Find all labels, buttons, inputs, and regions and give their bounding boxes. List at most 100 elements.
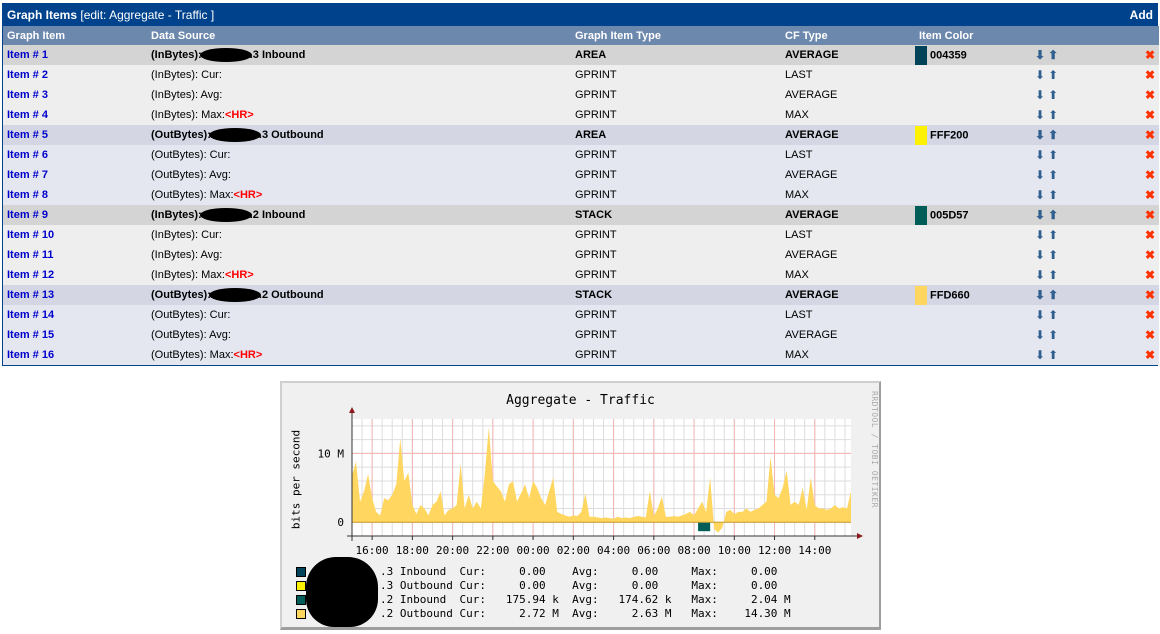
cf-type: AVERAGE (781, 45, 915, 65)
graph-item-link[interactable]: Item # 16 (7, 349, 54, 361)
delete-x-icon[interactable]: ✖ (1145, 288, 1155, 302)
x-tick-label: 16:00 (356, 544, 389, 557)
arrow-up-icon[interactable]: ⬆ (1048, 248, 1058, 262)
arrow-down-icon[interactable]: ⬇ (1035, 328, 1045, 342)
graph-item-link[interactable]: Item # 1 (7, 49, 48, 61)
delete-x-icon[interactable]: ✖ (1145, 88, 1155, 102)
item-color-cell (915, 105, 1031, 125)
arrow-down-icon[interactable]: ⬇ (1035, 108, 1045, 122)
graph-item-link[interactable]: Item # 12 (7, 269, 54, 281)
item-color-cell (915, 245, 1031, 265)
graph-item-link[interactable]: Item # 15 (7, 329, 54, 341)
cf-type: AVERAGE (781, 165, 915, 185)
x-tick-label: 22:00 (476, 544, 509, 557)
graph-item-link[interactable]: Item # 10 (7, 229, 54, 241)
delete-x-icon[interactable]: ✖ (1145, 208, 1155, 222)
arrow-down-icon[interactable]: ⬇ (1035, 148, 1045, 162)
arrow-up-icon[interactable]: ⬆ (1048, 308, 1058, 322)
cf-type: MAX (781, 105, 915, 125)
arrow-down-icon[interactable]: ⬇ (1035, 248, 1045, 262)
graph-item-type: GPRINT (571, 85, 781, 105)
arrow-down-icon[interactable]: ⬇ (1035, 268, 1045, 282)
x-tick-label: 02:00 (557, 544, 590, 557)
x-tick-label: 08:00 (677, 544, 710, 557)
delete-x-icon[interactable]: ✖ (1145, 148, 1155, 162)
graph-item-link[interactable]: Item # 6 (7, 149, 48, 161)
arrow-up-icon[interactable]: ⬆ (1048, 128, 1058, 142)
data-source-prefix: (OutBytes): Cur: (151, 149, 231, 161)
data-source-suffix: .3 Inbound (249, 48, 306, 61)
arrow-up-icon[interactable]: ⬆ (1048, 88, 1058, 102)
delete-x-icon[interactable]: ✖ (1145, 128, 1155, 142)
arrow-down-icon[interactable]: ⬇ (1035, 348, 1045, 362)
graph-item-link[interactable]: Item # 8 (7, 189, 48, 201)
arrow-up-icon[interactable]: ⬆ (1048, 348, 1058, 362)
move-controls: ⬇ ⬆ (1031, 325, 1091, 345)
graph-item-link[interactable]: Item # 13 (7, 289, 54, 301)
move-controls: ⬇ ⬆ (1031, 245, 1091, 265)
delete-x-icon[interactable]: ✖ (1145, 108, 1155, 122)
delete-x-icon[interactable]: ✖ (1145, 308, 1155, 322)
arrow-up-icon[interactable]: ⬆ (1048, 108, 1058, 122)
delete-x-icon[interactable]: ✖ (1145, 188, 1155, 202)
delete-x-icon[interactable]: ✖ (1145, 248, 1155, 262)
move-controls: ⬇ ⬆ (1031, 145, 1091, 165)
arrow-down-icon[interactable]: ⬇ (1035, 228, 1045, 242)
delete-x-icon[interactable]: ✖ (1145, 68, 1155, 82)
column-header-graph-item-type: Graph Item Type (571, 26, 781, 45)
cf-type: AVERAGE (781, 245, 915, 265)
data-source-cell: (InBytes): Avg: (147, 85, 571, 105)
arrow-down-icon[interactable]: ⬇ (1035, 128, 1045, 142)
arrow-up-icon[interactable]: ⬆ (1048, 288, 1058, 302)
delete-x-icon[interactable]: ✖ (1145, 48, 1155, 62)
arrow-down-icon[interactable]: ⬇ (1035, 208, 1045, 222)
arrow-up-icon[interactable]: ⬆ (1048, 168, 1058, 182)
graph-item-type: GPRINT (571, 305, 781, 325)
legend-color-swatch (296, 609, 306, 619)
graph-item-link[interactable]: Item # 3 (7, 89, 48, 101)
arrow-up-icon[interactable]: ⬆ (1048, 188, 1058, 202)
item-color-cell (915, 305, 1031, 325)
arrow-up-icon[interactable]: ⬆ (1048, 68, 1058, 82)
arrow-up-icon[interactable]: ⬆ (1048, 228, 1058, 242)
graph-item-link[interactable]: Item # 2 (7, 69, 48, 81)
arrow-down-icon[interactable]: ⬇ (1035, 288, 1045, 302)
y-tick-label: 10 M (318, 447, 345, 460)
delete-x-icon[interactable]: ✖ (1145, 328, 1155, 342)
table-row: Item # 8 (OutBytes): Max:<HR> GPRINT MAX ⬇ ⬆ ✖ (3, 185, 1159, 205)
add-button[interactable]: Add (1130, 8, 1153, 22)
x-tick-label: 18:00 (396, 544, 429, 557)
arrow-down-icon[interactable]: ⬇ (1035, 88, 1045, 102)
arrow-down-icon[interactable]: ⬇ (1035, 68, 1045, 82)
graph-item-link[interactable]: Item # 9 (7, 209, 48, 221)
cf-type: AVERAGE (781, 125, 915, 145)
legend-cur-value: 2.72 M (485, 607, 559, 620)
delete-x-icon[interactable]: ✖ (1145, 268, 1155, 282)
cf-type: LAST (781, 65, 915, 85)
move-controls: ⬇ ⬆ (1031, 105, 1091, 125)
arrow-up-icon[interactable]: ⬆ (1048, 208, 1058, 222)
data-source-cell: (OutBytes): .2 Outbound (147, 285, 571, 305)
move-controls: ⬇ ⬆ (1031, 45, 1091, 65)
data-source-cell: (OutBytes): .3 Outbound (147, 125, 571, 145)
arrow-down-icon[interactable]: ⬇ (1035, 48, 1045, 62)
delete-x-icon[interactable]: ✖ (1145, 168, 1155, 182)
graph-item-link[interactable]: Item # 11 (7, 249, 53, 261)
graph-item-link[interactable]: Item # 4 (7, 109, 48, 121)
arrow-down-icon[interactable]: ⬇ (1035, 168, 1045, 182)
data-source-cell: (InBytes): Avg: (147, 245, 571, 265)
graph-item-link[interactable]: Item # 5 (7, 129, 48, 141)
arrow-up-icon[interactable]: ⬆ (1048, 268, 1058, 282)
arrow-up-icon[interactable]: ⬆ (1048, 148, 1058, 162)
arrow-up-icon[interactable]: ⬆ (1048, 48, 1058, 62)
graph-item-link[interactable]: Item # 14 (7, 309, 54, 321)
arrow-down-icon[interactable]: ⬇ (1035, 308, 1045, 322)
x-tick-label: 04:00 (597, 544, 630, 557)
graph-item-link[interactable]: Item # 7 (7, 169, 48, 181)
arrow-up-icon[interactable]: ⬆ (1048, 328, 1058, 342)
arrow-down-icon[interactable]: ⬇ (1035, 188, 1045, 202)
delete-x-icon[interactable]: ✖ (1145, 348, 1155, 362)
table-row: Item # 2 (InBytes): Cur: GPRINT LAST ⬇ ⬆ ✖ (3, 65, 1159, 85)
table-row: Item # 13 (OutBytes): .2 Outbound STACK AVER… (3, 285, 1159, 305)
delete-x-icon[interactable]: ✖ (1145, 228, 1155, 242)
